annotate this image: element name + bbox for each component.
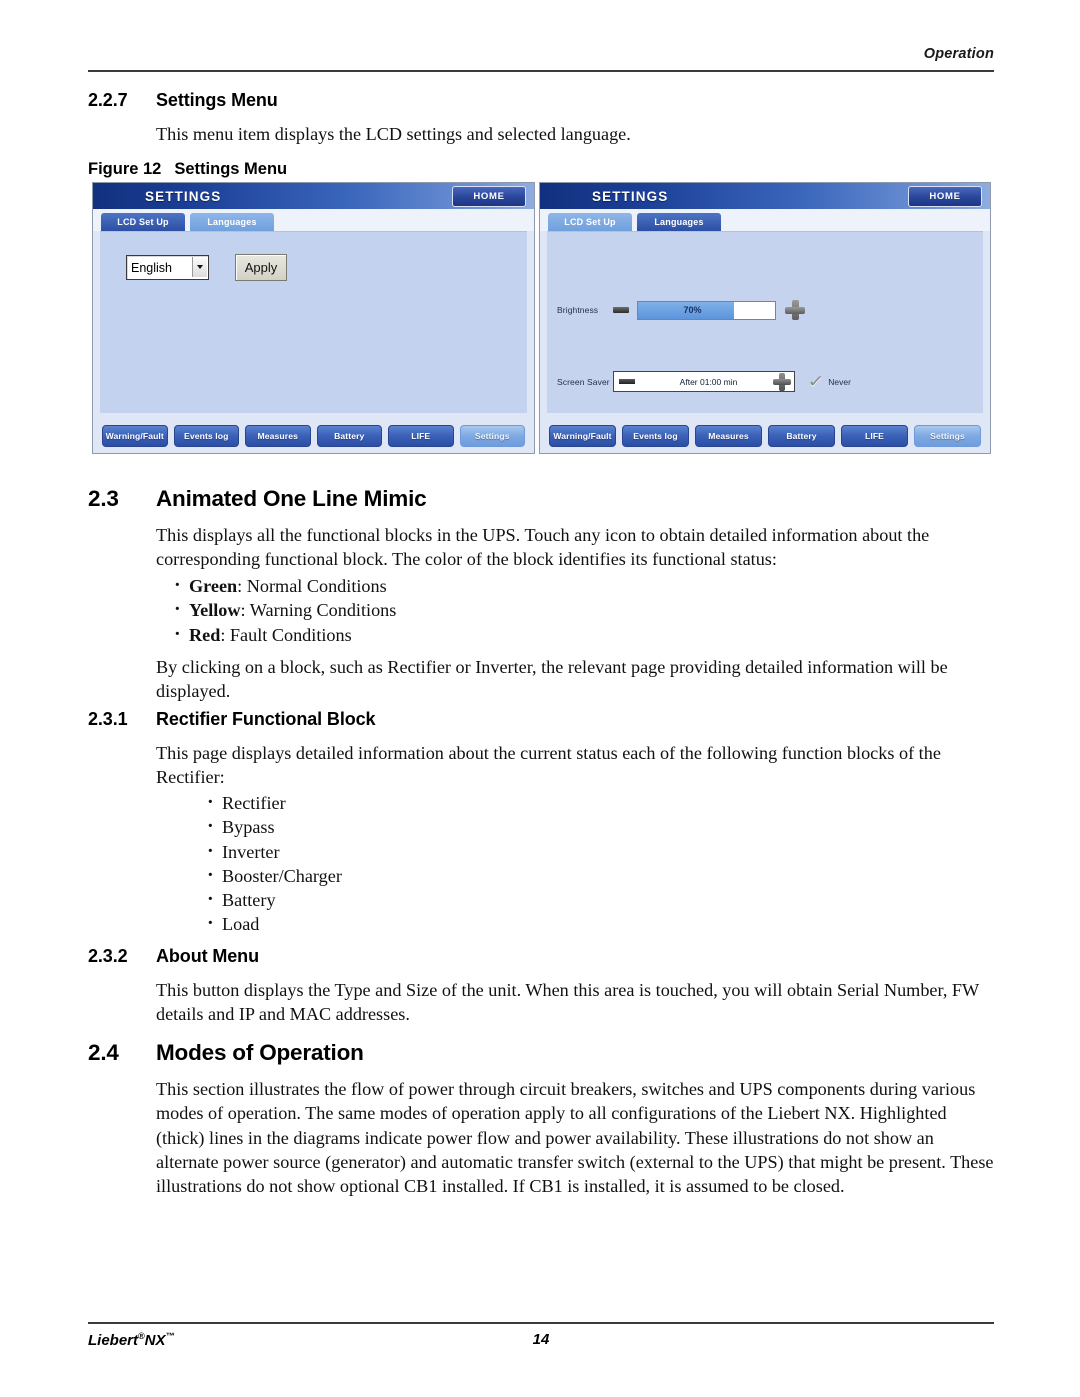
lcd-left-header: SETTINGS HOME bbox=[93, 183, 534, 209]
nav-battery[interactable]: Battery bbox=[316, 425, 382, 447]
lcd-right-nav: Warning/Fault Events log Measures Batter… bbox=[540, 425, 990, 447]
home-button-right[interactable]: HOME bbox=[908, 186, 982, 207]
running-head: Operation bbox=[923, 46, 994, 62]
tab-languages[interactable]: Languages bbox=[190, 213, 274, 231]
list-item-term: Red bbox=[189, 624, 221, 645]
lcd-panel-languages: SETTINGS HOME LCD Set Up Languages Engli… bbox=[92, 182, 535, 454]
nav-measures-right[interactable]: Measures bbox=[695, 425, 762, 447]
brightness-plus-icon[interactable] bbox=[785, 300, 805, 320]
apply-button[interactable]: Apply bbox=[235, 254, 287, 281]
document-page: Operation 2.2.7 Settings Menu This menu i… bbox=[0, 0, 1080, 1397]
list-item: Green: Normal Conditions bbox=[172, 573, 396, 598]
heading-2-3-2: 2.3.2 About Menu bbox=[88, 946, 259, 967]
figure-title: Settings Menu bbox=[174, 160, 288, 178]
lcd-left-content: English Apply bbox=[100, 231, 527, 413]
list-item: Inverter bbox=[205, 839, 342, 864]
paragraph-2-3-1: This page displays detailed information … bbox=[156, 743, 941, 788]
language-select[interactable]: English bbox=[126, 255, 209, 280]
lcd-right-header: SETTINGS HOME bbox=[540, 183, 990, 209]
home-button[interactable]: HOME bbox=[452, 186, 526, 207]
screensaver-label: Screen Saver bbox=[557, 376, 610, 387]
nav-warning-fault[interactable]: Warning/Fault bbox=[102, 425, 168, 447]
nav-events-log[interactable]: Events log bbox=[173, 425, 239, 447]
paragraph-2-3-second: By clicking on a block, such as Rectifie… bbox=[156, 657, 948, 702]
never-label: Never bbox=[828, 376, 851, 387]
screensaver-row: Screen Saver After 01:00 min ✓ Never bbox=[557, 371, 851, 392]
nav-settings-right[interactable]: Settings bbox=[914, 425, 981, 447]
status-color-list: Green: Normal Conditions Yellow: Warning… bbox=[172, 573, 397, 647]
paragraph-2-3-2: This button displays the Type and Size o… bbox=[156, 980, 979, 1025]
figure-label: Figure 12 bbox=[88, 160, 162, 178]
list-item: Load bbox=[205, 911, 342, 936]
lcd-left-title: SETTINGS bbox=[145, 188, 222, 204]
language-select-value: English bbox=[131, 260, 172, 275]
lcd-right-content: Brightness 70% Screen Saver After 01:00 … bbox=[547, 231, 983, 413]
heading-2-3: 2.3 Animated One Line Mimic bbox=[88, 486, 427, 512]
heading-number: 2.2.7 bbox=[88, 90, 128, 110]
check-icon: ✓ bbox=[807, 372, 826, 391]
heading-title-2-3-1: Rectifier Functional Block bbox=[156, 709, 376, 729]
list-item-term: Yellow bbox=[189, 600, 241, 621]
screensaver-stepper[interactable]: After 01:00 min bbox=[613, 371, 795, 392]
lcd-panel-lcd-setup: SETTINGS HOME LCD Set Up Languages Brigh… bbox=[539, 182, 991, 454]
heading-number-2-3-2: 2.3.2 bbox=[88, 946, 128, 966]
rectifier-block-list: Rectifier Bypass Inverter Booster/Charge… bbox=[205, 790, 342, 937]
nav-events-log-right[interactable]: Events log bbox=[622, 425, 689, 447]
figure-settings-menu: SETTINGS HOME LCD Set Up Languages Engli… bbox=[92, 182, 991, 454]
list-item-rest: : Fault Conditions bbox=[220, 624, 352, 645]
list-item: Yellow: Warning Conditions bbox=[172, 597, 397, 622]
tab-lcd-set-up[interactable]: LCD Set Up bbox=[101, 213, 185, 231]
list-item: Bypass bbox=[205, 814, 342, 839]
nav-life-right[interactable]: LIFE bbox=[841, 425, 908, 447]
list-item-rest: : Normal Conditions bbox=[237, 576, 387, 596]
list-item: Battery bbox=[205, 887, 342, 912]
heading-2-4: 2.4 Modes of Operation bbox=[88, 1040, 364, 1066]
brightness-slider[interactable]: 70% bbox=[637, 300, 776, 320]
heading-title-2-3: Animated One Line Mimic bbox=[156, 486, 427, 511]
lcd-left-nav: Warning/Fault Events log Measures Batter… bbox=[93, 425, 534, 447]
heading-title-2-4: Modes of Operation bbox=[156, 1040, 364, 1065]
page-number: 14 bbox=[532, 1331, 550, 1348]
screensaver-value: After 01:00 min bbox=[679, 376, 738, 387]
list-item: Red: Fault Conditions bbox=[172, 622, 396, 647]
nav-life[interactable]: LIFE bbox=[388, 425, 454, 447]
list-item: Booster/Charger bbox=[205, 863, 342, 888]
figure-caption: Figure 12 Settings Menu bbox=[88, 160, 287, 179]
tab-lcd-set-up-right[interactable]: LCD Set Up bbox=[548, 213, 632, 231]
list-item-rest: : Warning Conditions bbox=[240, 600, 397, 621]
heading-2-2-7: 2.2.7 Settings Menu bbox=[88, 90, 278, 111]
lcd-right-tabstrip: LCD Set Up Languages bbox=[540, 209, 990, 231]
nav-warning-fault-right[interactable]: Warning/Fault bbox=[549, 425, 616, 447]
brightness-row: Brightness 70% bbox=[557, 300, 805, 320]
heading-number-2-3: 2.3 bbox=[88, 486, 119, 511]
never-option[interactable]: ✓ Never bbox=[807, 372, 851, 391]
paragraph-2-4: This section illustrates the flow of pow… bbox=[156, 1079, 994, 1197]
lcd-right-title: SETTINGS bbox=[592, 188, 669, 204]
heading-title-2-3-2: About Menu bbox=[156, 946, 259, 966]
heading-number-2-3-1: 2.3.1 bbox=[88, 709, 128, 729]
list-item-term: Green bbox=[189, 576, 238, 596]
nav-battery-right[interactable]: Battery bbox=[768, 425, 835, 447]
heading-2-3-1: 2.3.1 Rectifier Functional Block bbox=[88, 709, 376, 730]
paragraph-2-3: This displays all the functional blocks … bbox=[156, 525, 930, 570]
nav-settings[interactable]: Settings bbox=[459, 425, 525, 447]
header-rule bbox=[88, 70, 994, 72]
nav-measures[interactable]: Measures bbox=[245, 425, 311, 447]
list-item: Rectifier bbox=[205, 790, 342, 815]
chevron-down-icon[interactable] bbox=[192, 257, 207, 277]
brightness-value: 70% bbox=[683, 305, 702, 315]
footer-rule bbox=[88, 1322, 994, 1324]
lcd-left-tabstrip: LCD Set Up Languages bbox=[93, 209, 534, 231]
language-row: English Apply bbox=[126, 254, 287, 281]
heading-number-2-4: 2.4 bbox=[88, 1040, 119, 1065]
heading-title: Settings Menu bbox=[156, 90, 278, 110]
brightness-label: Brightness bbox=[557, 305, 599, 315]
screensaver-plus-icon[interactable] bbox=[773, 373, 791, 391]
paragraph-2-2-7: This menu item displays the LCD settings… bbox=[156, 124, 631, 144]
tab-languages-right[interactable]: Languages bbox=[637, 213, 721, 231]
